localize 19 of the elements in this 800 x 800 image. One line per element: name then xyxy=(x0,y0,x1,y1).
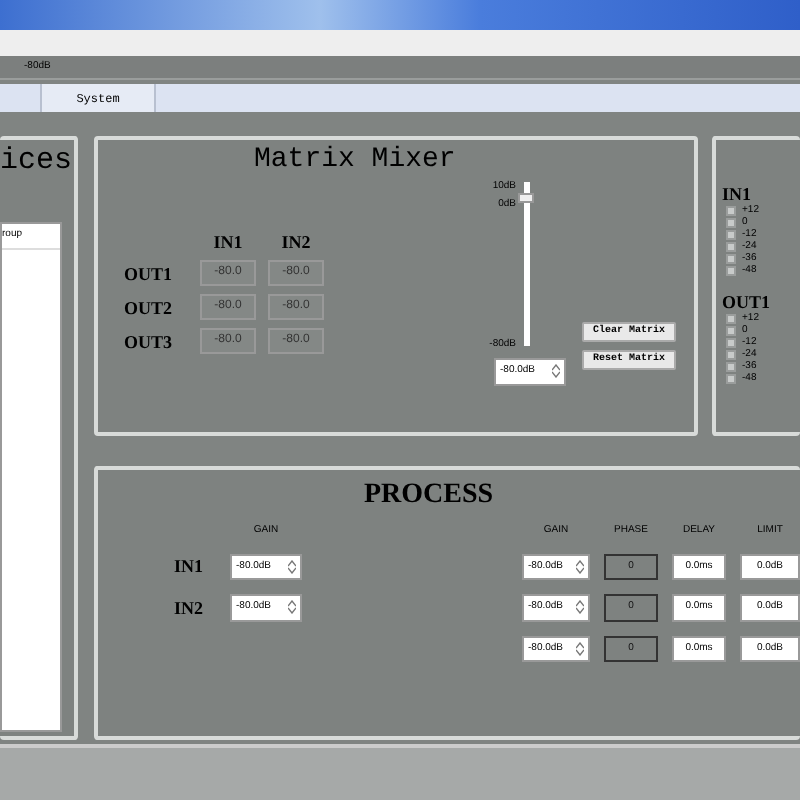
panel-title: Matrix Mixer xyxy=(254,144,456,176)
row-label: OUT2 xyxy=(124,297,175,317)
row-label: OUT1 xyxy=(124,263,175,283)
spin-arrows-icon[interactable] xyxy=(288,600,296,615)
panel-title: ices xyxy=(0,146,74,178)
meter-group-label: OUT1 xyxy=(722,292,773,312)
row-label: IN2 xyxy=(174,597,206,618)
column-header: IN2 xyxy=(279,232,313,252)
fader-thumb[interactable] xyxy=(518,193,534,204)
row-label: OUT3 xyxy=(124,331,175,351)
spin-arrows-icon[interactable] xyxy=(576,600,584,615)
spin-arrows-icon[interactable] xyxy=(552,364,560,379)
spin-arrows-icon[interactable] xyxy=(288,559,296,574)
meter-group-label: IN1 xyxy=(722,184,754,204)
panel-title: PROCESS xyxy=(364,480,494,512)
column-header: IN1 xyxy=(211,232,245,252)
spin-arrows-icon[interactable] xyxy=(576,559,584,574)
row-label: IN1 xyxy=(174,556,206,577)
spin-arrows-icon[interactable] xyxy=(576,641,584,656)
